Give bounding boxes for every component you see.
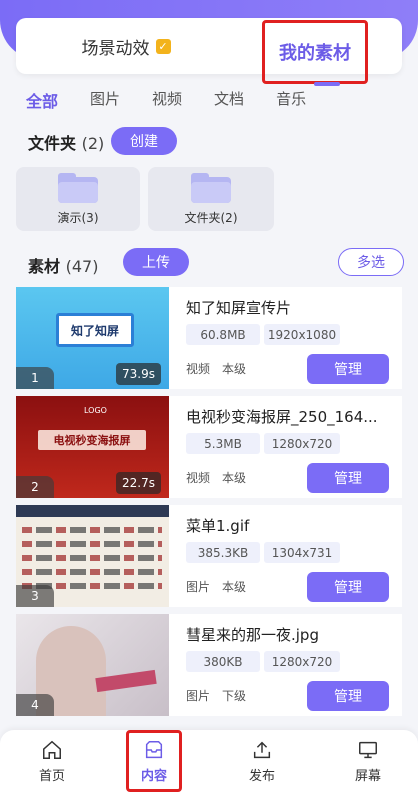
folder-icon bbox=[58, 172, 98, 203]
material-name: 电视秒变海报屏_250_164... bbox=[186, 408, 378, 426]
item-index: 2 bbox=[16, 476, 54, 498]
resolution: 1304x731 bbox=[264, 542, 340, 563]
material-type: 图片 bbox=[186, 689, 211, 703]
thumb-text: 电视秒变海报屏 bbox=[38, 430, 146, 450]
material-thumbnail[interactable]: 知了知屏 1 73.9s bbox=[16, 287, 169, 389]
upload-button[interactable]: 上传 bbox=[123, 248, 189, 276]
folder-icon bbox=[191, 172, 231, 203]
item-index: 1 bbox=[16, 367, 54, 389]
folder-count: (2) bbox=[81, 134, 105, 153]
filter-music[interactable]: 音乐 bbox=[276, 88, 306, 112]
material-level: 下级 bbox=[222, 689, 247, 703]
active-tab-indicator bbox=[314, 82, 340, 86]
nav-content[interactable]: 内容 bbox=[126, 730, 182, 792]
material-name: 知了知屏宣传片 bbox=[186, 299, 292, 317]
folder-section-title: 文件夹 (2) bbox=[28, 130, 104, 154]
file-size: 60.8MB bbox=[186, 324, 260, 345]
material-thumbnail[interactable]: 3 bbox=[16, 505, 169, 607]
upload-icon bbox=[253, 741, 271, 758]
folder-card[interactable]: 演示(3) bbox=[16, 167, 140, 231]
nav-screen-label: 屏幕 bbox=[354, 768, 381, 784]
folder-title-text: 文件夹 bbox=[28, 134, 77, 153]
folder-card[interactable]: 文件夹(2) bbox=[148, 167, 274, 231]
folder-list: 演示(3) 文件夹(2) bbox=[16, 167, 274, 231]
nav-screen[interactable]: 屏幕 bbox=[328, 730, 408, 792]
list-item[interactable]: 知了知屏 1 73.9s 知了知屏宣传片 60.8MB 1920x1080 视频… bbox=[16, 287, 402, 389]
vip-badge-icon: ✓ bbox=[155, 38, 171, 54]
nav-home-label: 首页 bbox=[38, 768, 65, 784]
material-section-title: 素材 (47) bbox=[28, 253, 98, 277]
resolution: 1280x720 bbox=[264, 433, 340, 454]
list-item[interactable]: 4 彗星来的那一夜.jpg 380KB 1280x720 图片 下级 管理 bbox=[16, 614, 402, 716]
filter-document[interactable]: 文档 bbox=[214, 88, 244, 112]
video-duration: 73.9s bbox=[116, 363, 161, 385]
material-type: 视频 bbox=[186, 471, 211, 485]
nav-publish-label: 发布 bbox=[248, 768, 275, 784]
item-index: 3 bbox=[16, 585, 54, 607]
material-type: 图片 bbox=[186, 580, 211, 594]
material-count: (47) bbox=[65, 257, 99, 276]
top-tab-bar: 场景动效 ✓ 我的素材 bbox=[16, 18, 402, 86]
item-index: 4 bbox=[16, 694, 54, 716]
material-level: 本级 bbox=[222, 471, 247, 485]
monitor-icon bbox=[359, 741, 377, 758]
nav-publish[interactable]: 发布 bbox=[222, 730, 302, 792]
list-item[interactable]: LOGO 电视秒变海报屏 2 22.7s 电视秒变海报屏_250_164... … bbox=[16, 396, 402, 498]
multi-select-button[interactable]: 多选 bbox=[338, 248, 404, 276]
thumb-text: 知了知屏 bbox=[56, 313, 134, 347]
file-size: 5.3MB bbox=[186, 433, 260, 454]
file-size: 385.3KB bbox=[186, 542, 260, 563]
nav-content-label: 内容 bbox=[140, 768, 167, 784]
material-name: 彗星来的那一夜.jpg bbox=[186, 626, 319, 644]
list-item[interactable]: 3 菜单1.gif 385.3KB 1304x731 图片 本级 管理 bbox=[16, 505, 402, 607]
home-icon bbox=[43, 740, 61, 759]
manage-button[interactable]: 管理 bbox=[307, 572, 389, 602]
folder-label: 文件夹(2) bbox=[184, 210, 238, 225]
filter-image[interactable]: 图片 bbox=[90, 88, 120, 112]
filter-all[interactable]: 全部 bbox=[26, 88, 58, 112]
filter-video[interactable]: 视频 bbox=[152, 88, 182, 112]
material-thumbnail[interactable]: 4 bbox=[16, 614, 169, 716]
material-level: 本级 bbox=[222, 580, 247, 594]
inbox-icon bbox=[145, 740, 163, 758]
resolution: 1280x720 bbox=[264, 651, 340, 672]
manage-button[interactable]: 管理 bbox=[307, 681, 389, 711]
material-name: 菜单1.gif bbox=[186, 517, 250, 535]
folder-label: 演示(3) bbox=[57, 210, 99, 225]
material-type: 视频 bbox=[186, 362, 211, 376]
manage-button[interactable]: 管理 bbox=[307, 463, 389, 493]
material-thumbnail[interactable]: LOGO 电视秒变海报屏 2 22.7s bbox=[16, 396, 169, 498]
filter-bar: 全部 图片 视频 文档 音乐 bbox=[26, 88, 338, 112]
material-title-text: 素材 bbox=[28, 257, 61, 276]
file-size: 380KB bbox=[186, 651, 260, 672]
thumb-logo-text: LOGO bbox=[84, 406, 107, 415]
resolution: 1920x1080 bbox=[264, 324, 340, 345]
tab-scene-effects[interactable]: 场景动效 ✓ bbox=[56, 18, 196, 74]
video-duration: 22.7s bbox=[116, 472, 161, 494]
tab-scene-label: 场景动效 bbox=[81, 38, 150, 59]
create-folder-button[interactable]: 创建 bbox=[111, 127, 177, 155]
bottom-nav: 首页 内容 发布 屏幕 bbox=[0, 730, 418, 792]
manage-button[interactable]: 管理 bbox=[307, 354, 389, 384]
tab-my-materials[interactable]: 我的素材 bbox=[262, 20, 368, 84]
nav-home[interactable]: 首页 bbox=[12, 730, 92, 792]
material-level: 本级 bbox=[222, 362, 247, 376]
